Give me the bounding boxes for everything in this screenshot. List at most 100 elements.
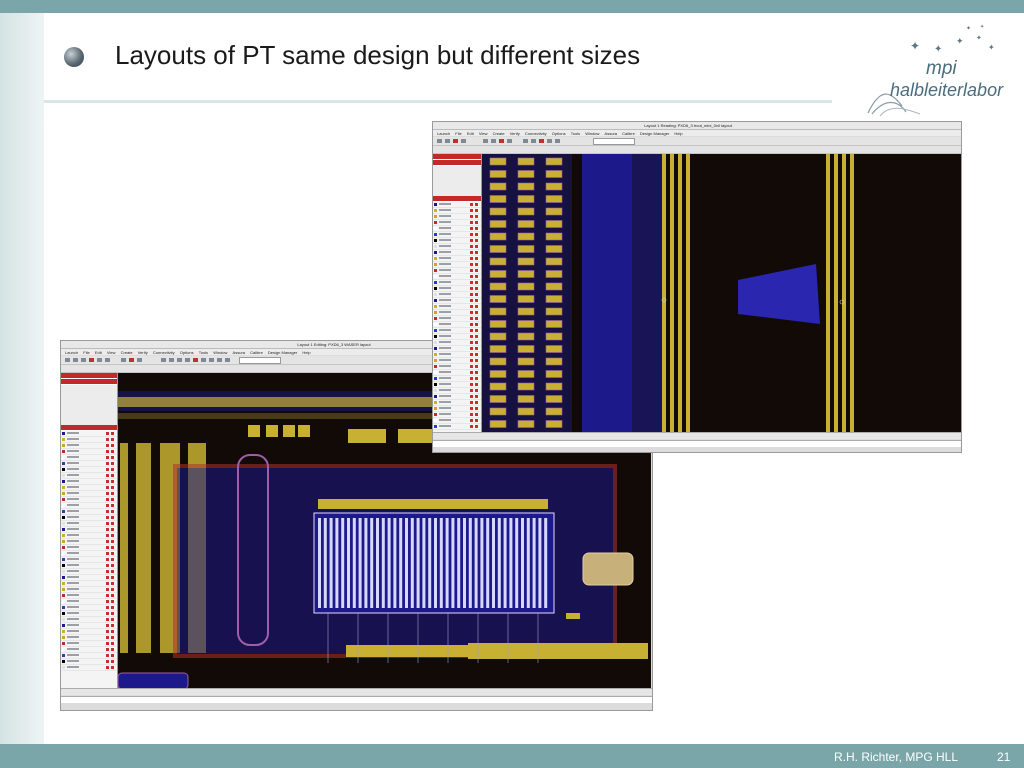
visibility-checkbox[interactable] [111,432,114,435]
layer-row[interactable] [433,424,481,430]
visibility-checkbox[interactable] [475,377,478,380]
visibility-checkbox[interactable] [111,462,114,465]
selectable-checkbox[interactable] [106,516,109,519]
visibility-checkbox[interactable] [475,341,478,344]
menu-assura[interactable]: Assura [233,350,245,355]
selectable-checkbox[interactable] [106,558,109,561]
visibility-checkbox[interactable] [111,540,114,543]
visibility-checkbox[interactable] [111,468,114,471]
selectable-checkbox[interactable] [470,227,473,230]
visibility-checkbox[interactable] [111,660,114,663]
visibility-checkbox[interactable] [111,474,114,477]
visibility-checkbox[interactable] [475,293,478,296]
tool-icon[interactable] [121,358,126,362]
selectable-checkbox[interactable] [106,474,109,477]
selectable-checkbox[interactable] [470,347,473,350]
selectable-checkbox[interactable] [106,528,109,531]
visibility-checkbox[interactable] [111,618,114,621]
menu-calibre[interactable]: Calibre [250,350,263,355]
visibility-checkbox[interactable] [475,239,478,242]
selectable-checkbox[interactable] [470,413,473,416]
tool-icon[interactable] [137,358,142,362]
menu-tools[interactable]: Tools [199,350,208,355]
tool-icon[interactable] [483,139,488,143]
visibility-checkbox[interactable] [475,257,478,260]
selectable-checkbox[interactable] [106,618,109,621]
selectable-checkbox[interactable] [470,215,473,218]
tool-icon[interactable] [105,358,110,362]
visibility-checkbox[interactable] [475,365,478,368]
visibility-checkbox[interactable] [475,383,478,386]
visibility-checkbox[interactable] [111,444,114,447]
visibility-checkbox[interactable] [111,498,114,501]
menu-edit[interactable]: Edit [467,131,474,136]
tool-icon[interactable] [437,139,442,143]
menu-launch[interactable]: Launch [65,350,78,355]
visibility-checkbox[interactable] [111,504,114,507]
menu-edit[interactable]: Edit [95,350,102,355]
selectable-checkbox[interactable] [106,456,109,459]
selectable-checkbox[interactable] [470,335,473,338]
selectable-checkbox[interactable] [106,432,109,435]
selectable-checkbox[interactable] [470,275,473,278]
visibility-checkbox[interactable] [111,534,114,537]
selectable-checkbox[interactable] [106,498,109,501]
visibility-checkbox[interactable] [111,588,114,591]
selectable-checkbox[interactable] [106,510,109,513]
selectable-checkbox[interactable] [470,317,473,320]
selectable-checkbox[interactable] [106,534,109,537]
selectable-checkbox[interactable] [106,450,109,453]
tool-icon[interactable] [539,139,544,143]
visibility-checkbox[interactable] [111,486,114,489]
menu-help[interactable]: Help [674,131,682,136]
visibility-checkbox[interactable] [111,612,114,615]
tool-icon[interactable] [555,139,560,143]
selectable-checkbox[interactable] [106,666,109,669]
visibility-checkbox[interactable] [475,395,478,398]
visibility-checkbox[interactable] [475,251,478,254]
visibility-checkbox[interactable] [475,323,478,326]
visibility-checkbox[interactable] [111,648,114,651]
visibility-checkbox[interactable] [111,570,114,573]
selectable-checkbox[interactable] [106,642,109,645]
visibility-checkbox[interactable] [111,636,114,639]
visibility-checkbox[interactable] [475,317,478,320]
visibility-checkbox[interactable] [475,353,478,356]
selectable-checkbox[interactable] [106,546,109,549]
selectable-checkbox[interactable] [470,305,473,308]
visibility-checkbox[interactable] [111,492,114,495]
selectable-checkbox[interactable] [106,612,109,615]
visibility-checkbox[interactable] [111,606,114,609]
selectable-checkbox[interactable] [470,407,473,410]
visibility-checkbox[interactable] [111,450,114,453]
visibility-checkbox[interactable] [475,401,478,404]
visibility-checkbox[interactable] [111,528,114,531]
visibility-checkbox[interactable] [475,203,478,206]
selectable-checkbox[interactable] [470,221,473,224]
visibility-checkbox[interactable] [475,209,478,212]
visibility-checkbox[interactable] [475,281,478,284]
visibility-checkbox[interactable] [475,299,478,302]
visibility-checkbox[interactable] [475,389,478,392]
visibility-checkbox[interactable] [475,311,478,314]
visibility-checkbox[interactable] [475,359,478,362]
selectable-checkbox[interactable] [106,654,109,657]
selectable-checkbox[interactable] [470,299,473,302]
tool-icon[interactable] [169,358,174,362]
visibility-checkbox[interactable] [111,630,114,633]
visibility-checkbox[interactable] [111,552,114,555]
menu-connectivity[interactable]: Connectivity [525,131,547,136]
tool-icon[interactable] [507,139,512,143]
menu-options[interactable]: Options [180,350,194,355]
selectable-checkbox[interactable] [106,636,109,639]
menu-view[interactable]: View [479,131,488,136]
selectable-checkbox[interactable] [470,425,473,428]
tool-icon[interactable] [193,358,198,362]
selectable-checkbox[interactable] [106,462,109,465]
tool-icon[interactable] [491,139,496,143]
selectable-checkbox[interactable] [106,624,109,627]
selectable-checkbox[interactable] [106,486,109,489]
layer-filter-area[interactable] [61,385,117,425]
selectable-checkbox[interactable] [470,383,473,386]
visibility-checkbox[interactable] [475,419,478,422]
